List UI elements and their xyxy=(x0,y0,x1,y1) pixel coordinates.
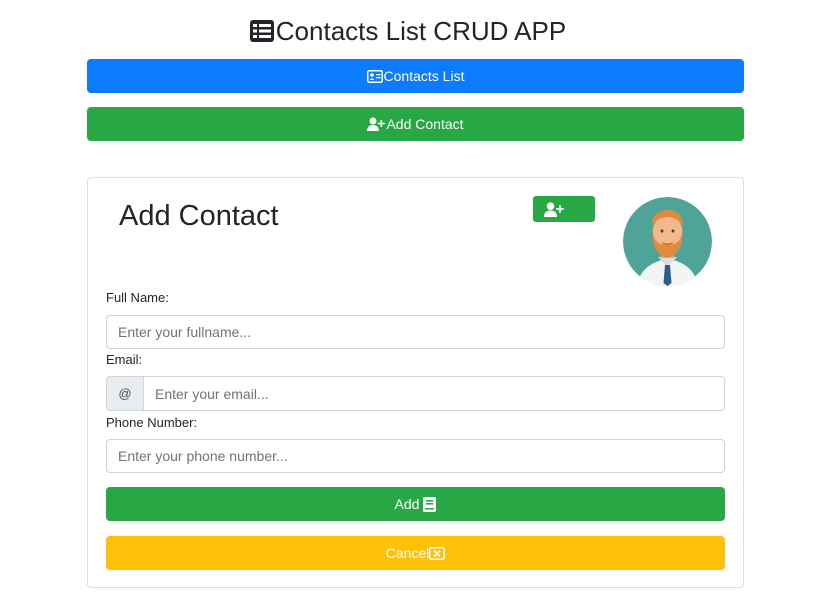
submit-add-button[interactable]: Add xyxy=(106,487,725,521)
phone-label: Phone Number: xyxy=(106,415,198,430)
at-sign-addon: @ xyxy=(106,376,144,411)
close-box-icon xyxy=(429,546,446,560)
page-title-text: Contacts List CRUD APP xyxy=(275,16,567,46)
user-plus-icon xyxy=(544,201,564,217)
contacts-list-label: Contacts List xyxy=(383,68,465,84)
add-contact-nav-label: Add Contact xyxy=(386,116,464,132)
add-contact-card: Add Contact Full Name: Email: @ Phone Nu… xyxy=(87,177,744,588)
email-label: Email: xyxy=(106,352,143,367)
address-card-icon xyxy=(366,69,383,83)
add-user-button[interactable] xyxy=(533,196,595,222)
cancel-label: Cancel xyxy=(385,545,430,561)
card-title: Add Contact xyxy=(119,200,279,232)
phone-input[interactable] xyxy=(106,439,725,473)
cancel-button[interactable]: Cancel xyxy=(106,536,725,570)
book-icon xyxy=(423,496,437,512)
contacts-list-button[interactable]: Contacts List xyxy=(87,59,744,93)
user-plus-icon xyxy=(367,117,386,131)
add-contact-nav-button[interactable]: Add Contact xyxy=(87,107,744,141)
list-icon xyxy=(249,20,274,42)
bearded-man-avatar-icon xyxy=(623,197,712,286)
fullname-input[interactable] xyxy=(106,315,725,349)
submit-add-label: Add xyxy=(394,496,420,512)
fullname-label: Full Name: xyxy=(106,290,169,305)
email-input[interactable] xyxy=(143,376,725,411)
page-title: Contacts List CRUD APP xyxy=(0,14,816,48)
